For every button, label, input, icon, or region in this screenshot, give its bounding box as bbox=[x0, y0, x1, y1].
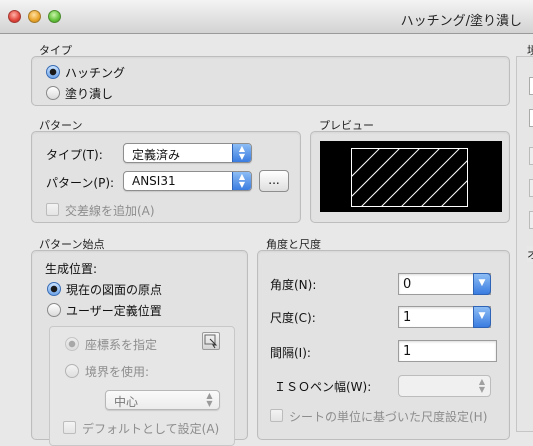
fill-radio-label[interactable]: 塗り潰し bbox=[65, 85, 113, 102]
pick-point-icon bbox=[204, 334, 218, 349]
spacing-label: 間隔(I): bbox=[270, 346, 311, 360]
popup-arrows-icon: ▲ ▼ bbox=[206, 391, 213, 408]
pattern-type-value: 定義済み bbox=[132, 148, 181, 162]
right-button-fragment[interactable] bbox=[529, 77, 533, 95]
angle-label: 角度(N): bbox=[270, 278, 317, 292]
iso-pen-width-combo[interactable]: ▲ ▼ bbox=[398, 375, 491, 397]
right-button-fragment[interactable] bbox=[529, 211, 533, 229]
crosshatch-checkbox[interactable] bbox=[46, 203, 59, 216]
pattern-name-value: ANSI31 bbox=[132, 174, 176, 188]
popup-arrows-icon: ▲ ▼ bbox=[232, 172, 251, 190]
use-boundary-radio[interactable] bbox=[65, 364, 79, 378]
spacing-field[interactable]: 1 bbox=[398, 340, 497, 362]
pattern-name-label: パターン(P): bbox=[46, 176, 115, 190]
hatch-radio[interactable] bbox=[46, 65, 60, 79]
fill-radio[interactable] bbox=[46, 86, 60, 100]
close-window-button[interactable] bbox=[8, 10, 21, 23]
pattern-browse-button[interactable]: ... bbox=[259, 170, 289, 192]
hatch-preview-graphic bbox=[351, 148, 468, 207]
current-origin-label[interactable]: 現在の図面の原点 bbox=[66, 281, 162, 298]
popup-arrows-icon: ▲ ▼ bbox=[478, 377, 486, 394]
chevron-down-icon[interactable]: ▼ bbox=[473, 306, 491, 328]
hatch-preview bbox=[320, 141, 502, 212]
minimize-window-button[interactable] bbox=[28, 10, 41, 23]
zoom-window-button[interactable] bbox=[48, 10, 61, 23]
use-boundary-label: 境界を使用: bbox=[85, 365, 150, 379]
options-section-title-fragment: オ bbox=[527, 246, 533, 262]
crosshatch-label: 交差線を追加(A) bbox=[65, 204, 155, 218]
pattern-group: タイプ(T): 定義済み ▲ ▼ パターン(P): ANSI31 ▲ ▼ ... 交… bbox=[31, 131, 301, 223]
pattern-type-popup[interactable]: 定義済み ▲ ▼ bbox=[123, 143, 252, 163]
spacing-value: 1 bbox=[403, 344, 412, 359]
sheet-units-label: シートの単位に基づいた尺度設定(H) bbox=[289, 410, 488, 424]
angle-value: 0 bbox=[403, 277, 412, 292]
origin-group: 生成位置: 現在の図面の原点 ユーザー定義位置 座標系を指定 境界を使用: 中心… bbox=[31, 250, 248, 446]
pattern-name-popup[interactable]: ANSI31 ▲ ▼ bbox=[123, 171, 252, 191]
scale-label: 尺度(C): bbox=[270, 311, 316, 325]
popup-arrows-icon: ▲ ▼ bbox=[232, 144, 251, 162]
generate-position-label: 生成位置: bbox=[45, 262, 98, 276]
title-bar: ハッチング/塗り潰し bbox=[0, 0, 533, 34]
set-default-label: デフォルトとして設定(A) bbox=[82, 422, 220, 436]
chevron-down-icon[interactable]: ▼ bbox=[473, 273, 491, 295]
set-default-checkbox[interactable] bbox=[63, 421, 76, 434]
preview-group bbox=[310, 131, 510, 223]
right-button-fragment[interactable] bbox=[529, 179, 533, 197]
user-defined-origin-label[interactable]: ユーザー定義位置 bbox=[66, 302, 162, 319]
user-defined-origin-radio[interactable] bbox=[47, 303, 61, 317]
angle-combo[interactable]: 0 ▼ bbox=[398, 273, 491, 295]
window-title: ハッチング/塗り潰し bbox=[400, 14, 522, 29]
boundary-position-value: 中心 bbox=[114, 395, 139, 409]
user-origin-subgroup: 座標系を指定 境界を使用: 中心 ▲ ▼ デフォルトとして設定(A) bbox=[49, 326, 235, 446]
scale-combo[interactable]: 1 ▼ bbox=[398, 306, 491, 328]
iso-pen-width-label: ＩＳＯペン幅(W): bbox=[274, 380, 372, 394]
current-origin-radio[interactable] bbox=[47, 282, 61, 296]
type-group: ハッチング 塗り潰し bbox=[31, 56, 510, 106]
pick-point-button[interactable] bbox=[202, 332, 220, 350]
boundary-position-popup[interactable]: 中心 ▲ ▼ bbox=[105, 390, 220, 410]
angle-scale-group: 角度(N): 0 ▼ 尺度(C): 1 ▼ 間隔(I): 1 ＩＳＯペン幅(W)… bbox=[257, 250, 510, 440]
hatch-radio-label[interactable]: ハッチング bbox=[65, 64, 125, 81]
sheet-units-checkbox[interactable] bbox=[270, 409, 283, 422]
right-button-fragment[interactable] bbox=[529, 147, 533, 165]
specify-coordinates-radio[interactable] bbox=[65, 337, 79, 351]
specify-coordinates-label: 座標系を指定 bbox=[85, 338, 158, 352]
scale-value: 1 bbox=[403, 310, 412, 325]
pattern-type-label: タイプ(T): bbox=[46, 148, 103, 162]
right-panel-clipped bbox=[516, 56, 533, 432]
right-button-fragment[interactable] bbox=[529, 109, 533, 127]
